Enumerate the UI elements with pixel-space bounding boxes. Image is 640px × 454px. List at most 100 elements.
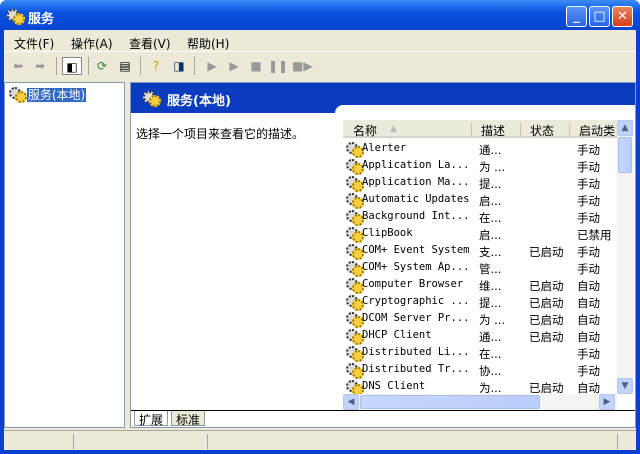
column-header-status[interactable]: 状态 (530, 122, 554, 139)
cell-name: Application Ma... (362, 176, 470, 188)
table-row[interactable]: Distributed Tr... 协... 手动 (343, 361, 617, 379)
services-window: 服务 _ □ ✕ 文件(F) 操作(A) 查看(V) 帮助(H) ⬅ ➡ ◧ ⟳… (0, 0, 640, 454)
pause-icon[interactable]: ❚❚ (268, 57, 288, 75)
cell-startup-type: 自动 (577, 296, 600, 310)
column-header-startup-type[interactable]: 启动类 (579, 122, 615, 139)
details-pane: 服务(本地) 选择一个项目来查看它的描述。 名称 ▲ 描述 状态 启动类 Ale… (130, 82, 636, 428)
restart-icon[interactable]: ■▶ (292, 57, 313, 75)
toolbar: ⬅ ➡ ◧ ⟳ ▤ ? ◨ ▶ ▶ ■ ❚❚ ■▶ (4, 54, 636, 78)
service-gear-icon (346, 227, 364, 243)
cell-name: DCOM Server Pr... (362, 312, 470, 324)
export-list-icon[interactable]: ▤ (115, 57, 135, 75)
cell-startup-type: 手动 (577, 262, 600, 276)
sort-ascending-icon: ▲ (390, 124, 397, 134)
vertical-scroll-thumb[interactable] (618, 137, 632, 173)
vertical-scrollbar[interactable]: ▲ ▼ (617, 120, 633, 394)
service-gear-icon (346, 261, 364, 277)
service-gear-icon (346, 278, 364, 294)
table-row[interactable]: COM+ System Ap... 管... 手动 (343, 259, 617, 277)
service-gear-icon (346, 159, 364, 175)
menu-help[interactable]: 帮助(H) (187, 35, 229, 52)
horizontal-scrollbar[interactable]: ◀ ▶ (343, 394, 617, 410)
cell-startup-type: 手动 (577, 364, 600, 378)
cell-description: 启... (479, 228, 502, 242)
maximize-button[interactable]: □ (589, 6, 610, 27)
cell-name: Distributed Tr... (362, 363, 470, 375)
table-row[interactable]: Application Ma... 提... 手动 (343, 174, 617, 192)
status-bar (4, 430, 636, 450)
service-gear-icon (346, 312, 364, 328)
cell-name: ClipBook (362, 227, 413, 239)
table-row[interactable]: DHCP Client 通... 已启动 自动 (343, 327, 617, 345)
back-icon[interactable]: ⬅ (8, 57, 28, 75)
scroll-up-button[interactable]: ▲ (617, 120, 633, 136)
cell-name: COM+ System Ap... (362, 261, 470, 273)
menu-action[interactable]: 操作(A) (71, 35, 113, 52)
tab-standard[interactable]: 标准 (171, 411, 206, 427)
services-gear-icon (7, 9, 25, 25)
menu-file[interactable]: 文件(F) (14, 35, 54, 52)
cell-description: 管... (479, 262, 502, 276)
start-icon[interactable]: ▶ (202, 57, 222, 75)
cell-startup-type: 手动 (577, 177, 600, 191)
services-list: 名称 ▲ 描述 状态 启动类 Alerter 通... 手动 Application … (343, 120, 633, 410)
service-gear-icon (346, 142, 364, 158)
cell-description: 维... (479, 279, 502, 293)
scroll-left-button[interactable]: ◀ (343, 394, 359, 410)
scroll-right-button[interactable]: ▶ (599, 394, 615, 410)
service-gear-icon (346, 363, 364, 379)
service-gear-icon (346, 210, 364, 226)
window-title: 服务 (28, 12, 55, 27)
scroll-down-button[interactable]: ▼ (617, 378, 633, 394)
services-gear-icon (143, 91, 161, 107)
start-alt-icon[interactable]: ▶ (224, 57, 244, 75)
cell-description: 启... (479, 194, 502, 208)
cell-startup-type: 已禁用 (577, 228, 612, 242)
table-row[interactable]: Application La... 为 ... 手动 (343, 157, 617, 175)
forward-icon[interactable]: ➡ (30, 57, 50, 75)
service-gear-icon (346, 295, 364, 311)
minimize-button[interactable]: _ (566, 6, 587, 27)
stop-icon[interactable]: ■ (246, 57, 266, 75)
menu-view[interactable]: 查看(V) (129, 35, 171, 52)
cell-status: 已启动 (529, 313, 564, 327)
table-row[interactable]: ClipBook 启... 已禁用 (343, 225, 617, 243)
table-row[interactable]: Computer Browser 维... 已启动 自动 (343, 276, 617, 294)
cell-description: 支... (479, 245, 502, 259)
table-row[interactable]: DCOM Server Pr... 为 ... 已启动 自动 (343, 310, 617, 328)
services-gear-icon (9, 87, 27, 103)
cell-name: DHCP Client (362, 329, 432, 341)
cell-startup-type: 手动 (577, 245, 600, 259)
cell-startup-type: 自动 (577, 313, 600, 327)
table-row[interactable]: Alerter 通... 手动 (343, 140, 617, 158)
cell-startup-type: 自动 (577, 279, 600, 293)
tree-node-services-local[interactable]: 服务(本地) (9, 86, 87, 103)
table-row[interactable]: DNS Client 为... 已启动 自动 (343, 378, 617, 396)
column-header-description[interactable]: 描述 (481, 122, 505, 139)
refresh-icon[interactable]: ⟳ (92, 57, 112, 75)
column-header-name[interactable]: 名称 (353, 122, 377, 139)
cell-startup-type: 手动 (577, 211, 600, 225)
cell-status: 已启动 (529, 279, 564, 293)
table-row[interactable]: COM+ Event System 支... 已启动 手动 (343, 242, 617, 260)
horizontal-scroll-thumb[interactable] (360, 395, 540, 409)
service-gear-icon (346, 329, 364, 345)
table-row[interactable]: Cryptographic ... 提... 已启动 自动 (343, 293, 617, 311)
show-hide-tree-icon[interactable]: ◧ (62, 57, 82, 75)
cell-startup-type: 自动 (577, 330, 600, 344)
cell-description: 通... (479, 143, 502, 157)
close-button[interactable]: ✕ (612, 6, 633, 27)
properties-icon[interactable]: ◨ (169, 57, 189, 75)
cell-description: 提... (479, 296, 502, 310)
service-gear-icon (346, 193, 364, 209)
table-row[interactable]: Distributed Li... 在... 手动 (343, 344, 617, 362)
table-row[interactable]: Background Int... 在... 手动 (343, 208, 617, 226)
cell-name: Computer Browser (362, 278, 464, 290)
service-gear-icon (346, 244, 364, 260)
pane-header: 服务(本地) (131, 83, 635, 113)
cell-startup-type: 手动 (577, 143, 600, 157)
tab-extended[interactable]: 扩展 (134, 411, 169, 427)
table-row[interactable]: Automatic Updates 启... 手动 (343, 191, 617, 209)
service-gear-icon (346, 176, 364, 192)
help-icon[interactable]: ? (146, 57, 166, 75)
